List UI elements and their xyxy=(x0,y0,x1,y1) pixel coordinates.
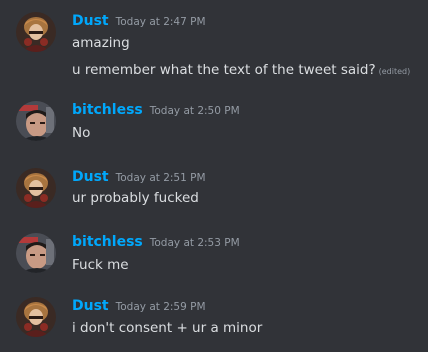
message-text: Fuck me xyxy=(72,257,129,273)
username[interactable]: Dust xyxy=(72,13,109,29)
chat-message-list: Dust Today at 2:47 PM amazing u remember … xyxy=(0,0,428,352)
username[interactable]: bitchless xyxy=(72,102,143,118)
username[interactable]: Dust xyxy=(72,169,109,185)
message-text-row: u remember what the text of the tweet sa… xyxy=(72,59,410,83)
user-avatar[interactable] xyxy=(16,233,56,273)
timestamp: Today at 2:59 PM xyxy=(115,301,206,313)
message-header: Dust Today at 2:51 PM xyxy=(72,166,206,188)
edited-label: (edited) xyxy=(378,67,411,76)
username[interactable]: bitchless xyxy=(72,234,143,250)
user-avatar[interactable] xyxy=(16,297,56,337)
message-text: i don't consent + ur a minor xyxy=(72,320,263,336)
message-header: Dust Today at 2:47 PM xyxy=(72,10,206,32)
user-avatar[interactable] xyxy=(16,12,56,52)
username[interactable]: Dust xyxy=(72,298,109,314)
timestamp: Today at 2:53 PM xyxy=(149,237,240,249)
user-avatar[interactable] xyxy=(16,101,56,141)
timestamp: Today at 2:50 PM xyxy=(149,105,240,117)
message-text: amazing xyxy=(72,35,130,51)
bitchless-avatar-icon xyxy=(16,233,56,273)
dust-avatar-icon xyxy=(16,297,56,337)
user-avatar[interactable] xyxy=(16,168,56,208)
timestamp: Today at 2:51 PM xyxy=(115,172,206,184)
message-text: No xyxy=(72,125,91,141)
bitchless-avatar-icon xyxy=(16,101,56,141)
message-header: bitchless Today at 2:50 PM xyxy=(72,99,240,121)
message-header: Dust Today at 2:59 PM xyxy=(72,295,206,317)
timestamp: Today at 2:47 PM xyxy=(115,16,206,28)
dust-avatar-icon xyxy=(16,168,56,208)
message-text: u remember what the text of the tweet sa… xyxy=(72,62,376,78)
message-text: ur probably fucked xyxy=(72,190,199,206)
message-header: bitchless Today at 2:53 PM xyxy=(72,231,240,253)
dust-avatar-icon xyxy=(16,12,56,52)
